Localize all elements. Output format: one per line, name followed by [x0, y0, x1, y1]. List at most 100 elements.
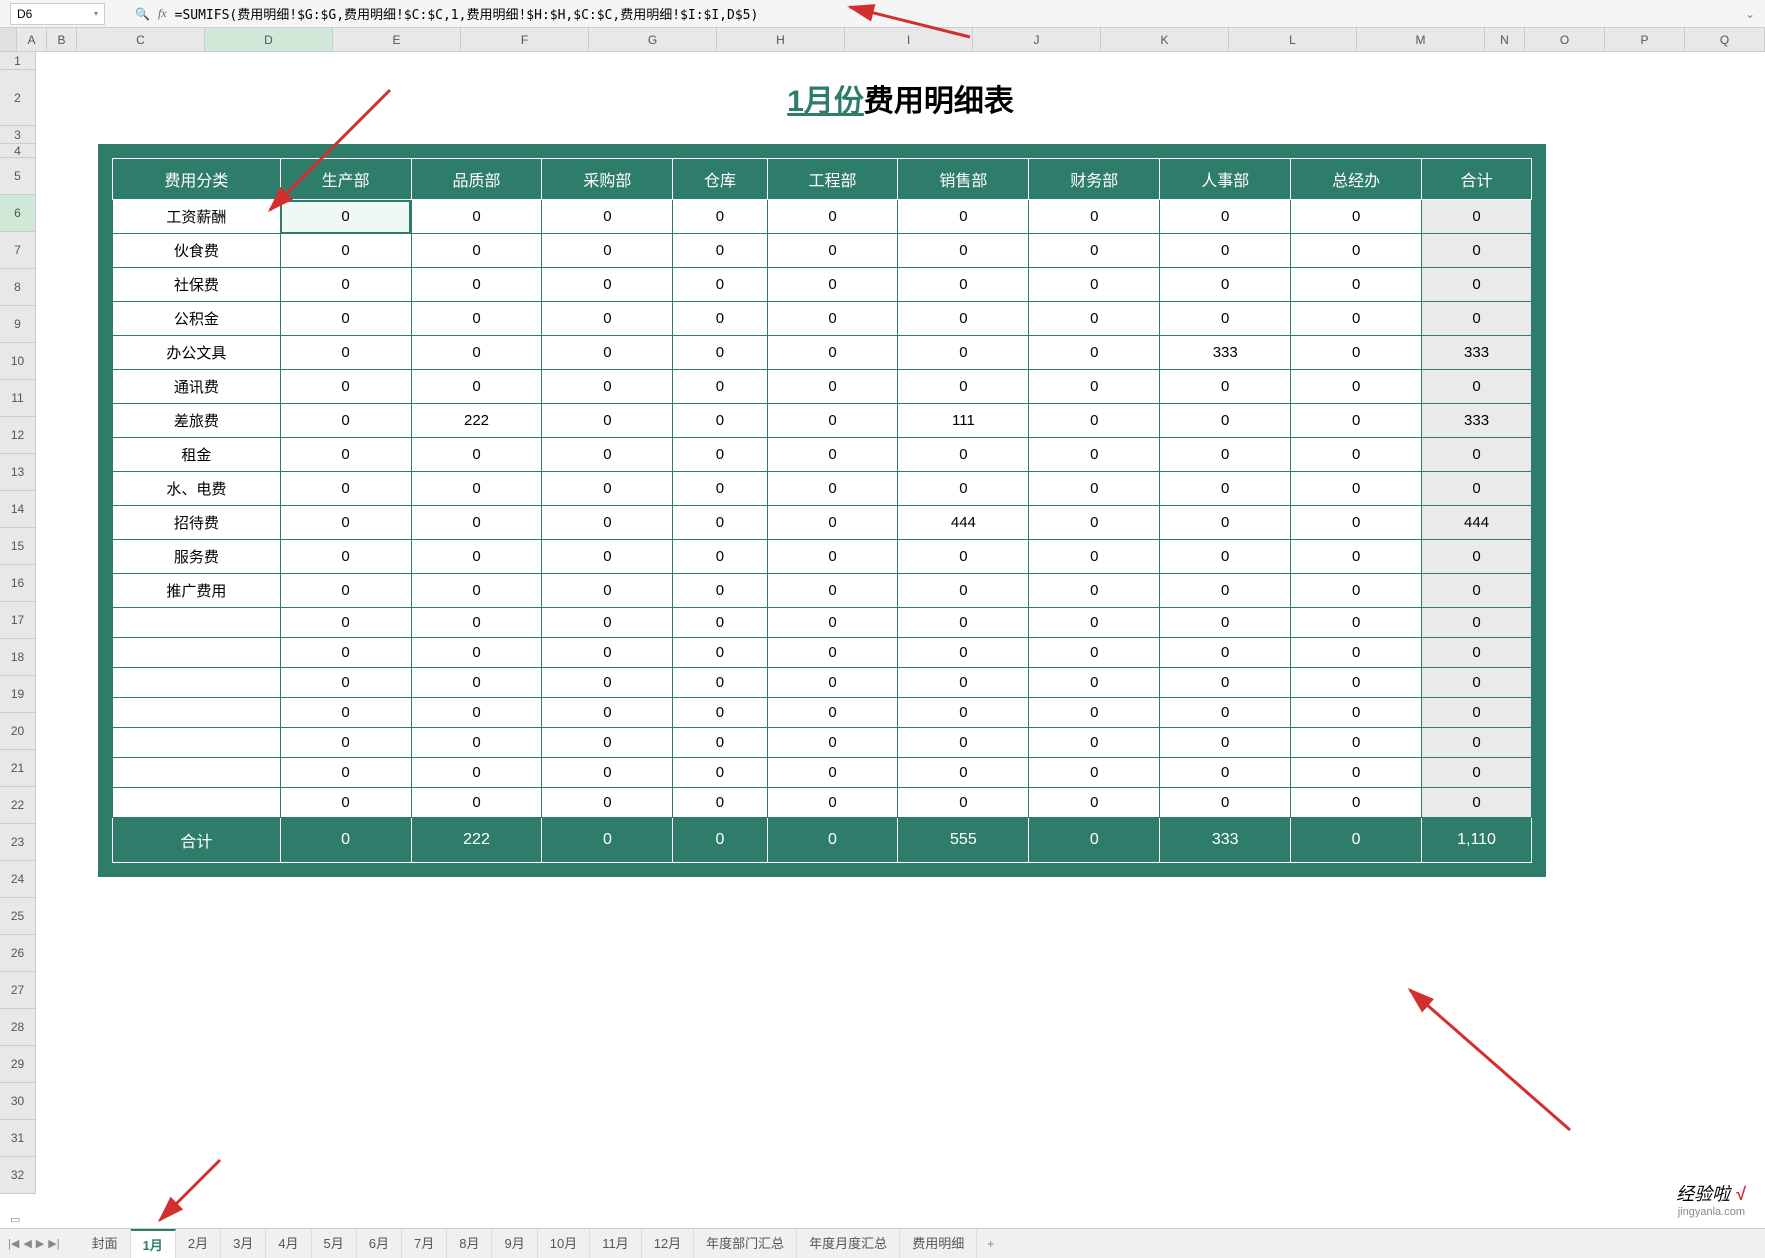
row-header-9[interactable]: 9 [0, 306, 36, 343]
row-header-28[interactable]: 28 [0, 1009, 36, 1046]
row-header-24[interactable]: 24 [0, 861, 36, 898]
row-header-1[interactable]: 1 [0, 52, 36, 70]
data-cell[interactable]: 0 [411, 698, 542, 728]
data-cell[interactable]: 0 [411, 506, 542, 540]
data-cell[interactable]: 0 [280, 506, 411, 540]
data-cell[interactable]: 0 [280, 574, 411, 608]
row-header-25[interactable]: 25 [0, 898, 36, 935]
sheet-tab-3月[interactable]: 3月 [221, 1229, 266, 1258]
category-cell[interactable] [113, 758, 281, 788]
data-cell[interactable]: 0 [280, 302, 411, 336]
data-cell[interactable]: 0 [1422, 438, 1532, 472]
category-cell[interactable]: 水、电费 [113, 472, 281, 506]
data-cell[interactable]: 0 [280, 698, 411, 728]
data-cell[interactable]: 0 [673, 438, 767, 472]
data-cell[interactable]: 0 [1160, 608, 1291, 638]
data-cell[interactable]: 0 [673, 758, 767, 788]
data-cell[interactable]: 0 [1029, 728, 1160, 758]
data-cell[interactable]: 0 [898, 668, 1029, 698]
data-cell[interactable]: 0 [898, 200, 1029, 234]
category-cell[interactable]: 服务费 [113, 540, 281, 574]
data-cell[interactable]: 0 [1291, 302, 1422, 336]
sheet-tab-2月[interactable]: 2月 [176, 1229, 221, 1258]
data-cell[interactable]: 0 [673, 404, 767, 438]
row-header-16[interactable]: 16 [0, 565, 36, 602]
data-cell[interactable]: 0 [1291, 574, 1422, 608]
data-cell[interactable]: 0 [767, 638, 898, 668]
data-cell[interactable]: 0 [898, 302, 1029, 336]
data-cell[interactable]: 0 [1160, 268, 1291, 302]
data-cell[interactable]: 0 [280, 540, 411, 574]
data-cell[interactable]: 0 [280, 472, 411, 506]
category-cell[interactable]: 办公文具 [113, 336, 281, 370]
data-cell[interactable]: 0 [280, 788, 411, 818]
tab-first-icon[interactable]: |◀ [8, 1237, 19, 1250]
data-cell[interactable]: 0 [280, 638, 411, 668]
data-cell[interactable]: 0 [1422, 540, 1532, 574]
data-cell[interactable]: 0 [411, 336, 542, 370]
data-cell[interactable]: 0 [542, 668, 673, 698]
data-cell[interactable]: 0 [1291, 404, 1422, 438]
data-cell[interactable]: 0 [1029, 506, 1160, 540]
data-cell[interactable]: 0 [411, 608, 542, 638]
data-cell[interactable]: 0 [1029, 336, 1160, 370]
data-cell[interactable]: 0 [673, 540, 767, 574]
data-cell[interactable]: 0 [898, 608, 1029, 638]
data-cell[interactable]: 0 [542, 268, 673, 302]
data-cell[interactable]: 0 [1291, 758, 1422, 788]
data-cell[interactable]: 444 [898, 506, 1029, 540]
data-cell[interactable]: 0 [1160, 404, 1291, 438]
data-cell[interactable]: 0 [673, 302, 767, 336]
row-header-12[interactable]: 12 [0, 417, 36, 454]
data-cell[interactable]: 0 [1160, 698, 1291, 728]
row-header-17[interactable]: 17 [0, 602, 36, 639]
data-cell[interactable]: 0 [767, 698, 898, 728]
category-cell[interactable]: 通讯费 [113, 370, 281, 404]
category-cell[interactable]: 伙食费 [113, 234, 281, 268]
data-cell[interactable]: 0 [1160, 506, 1291, 540]
column-header-Q[interactable]: Q [1685, 28, 1765, 51]
data-cell[interactable]: 0 [673, 668, 767, 698]
data-cell[interactable]: 0 [673, 698, 767, 728]
sheet-tab-封面[interactable]: 封面 [80, 1229, 131, 1258]
row-header-18[interactable]: 18 [0, 639, 36, 676]
data-cell[interactable]: 0 [542, 234, 673, 268]
category-cell[interactable] [113, 608, 281, 638]
sheet-tab-12月[interactable]: 12月 [642, 1229, 694, 1258]
data-cell[interactable]: 0 [1422, 758, 1532, 788]
row-header-22[interactable]: 22 [0, 787, 36, 824]
data-cell[interactable]: 0 [1291, 728, 1422, 758]
data-cell[interactable]: 0 [1029, 758, 1160, 788]
category-cell[interactable]: 工资薪酬 [113, 200, 281, 234]
data-cell[interactable]: 0 [767, 404, 898, 438]
data-cell[interactable]: 0 [1029, 404, 1160, 438]
data-cell[interactable]: 0 [673, 370, 767, 404]
data-cell[interactable]: 0 [767, 200, 898, 234]
category-cell[interactable] [113, 668, 281, 698]
data-cell[interactable]: 0 [1029, 370, 1160, 404]
data-cell[interactable]: 0 [542, 302, 673, 336]
row-header-11[interactable]: 11 [0, 380, 36, 417]
data-cell[interactable]: 0 [542, 370, 673, 404]
select-all-corner[interactable] [0, 28, 17, 51]
data-cell[interactable]: 0 [1422, 698, 1532, 728]
data-cell[interactable]: 0 [411, 472, 542, 506]
sheet-tab-8月[interactable]: 8月 [447, 1229, 492, 1258]
category-cell[interactable] [113, 698, 281, 728]
data-cell[interactable]: 0 [411, 302, 542, 336]
data-cell[interactable]: 0 [411, 234, 542, 268]
data-cell[interactable]: 0 [673, 336, 767, 370]
data-cell[interactable]: 0 [280, 668, 411, 698]
column-header-I[interactable]: I [845, 28, 973, 51]
row-header-13[interactable]: 13 [0, 454, 36, 491]
data-cell[interactable]: 0 [1029, 788, 1160, 818]
data-cell[interactable]: 0 [1160, 540, 1291, 574]
data-cell[interactable]: 0 [1422, 234, 1532, 268]
data-cell[interactable]: 0 [898, 370, 1029, 404]
row-header-7[interactable]: 7 [0, 232, 36, 269]
fx-icon[interactable]: fx [158, 6, 167, 21]
data-cell[interactable]: 0 [280, 234, 411, 268]
data-cell[interactable]: 0 [673, 200, 767, 234]
data-cell[interactable]: 0 [1422, 788, 1532, 818]
data-cell[interactable]: 0 [898, 438, 1029, 472]
